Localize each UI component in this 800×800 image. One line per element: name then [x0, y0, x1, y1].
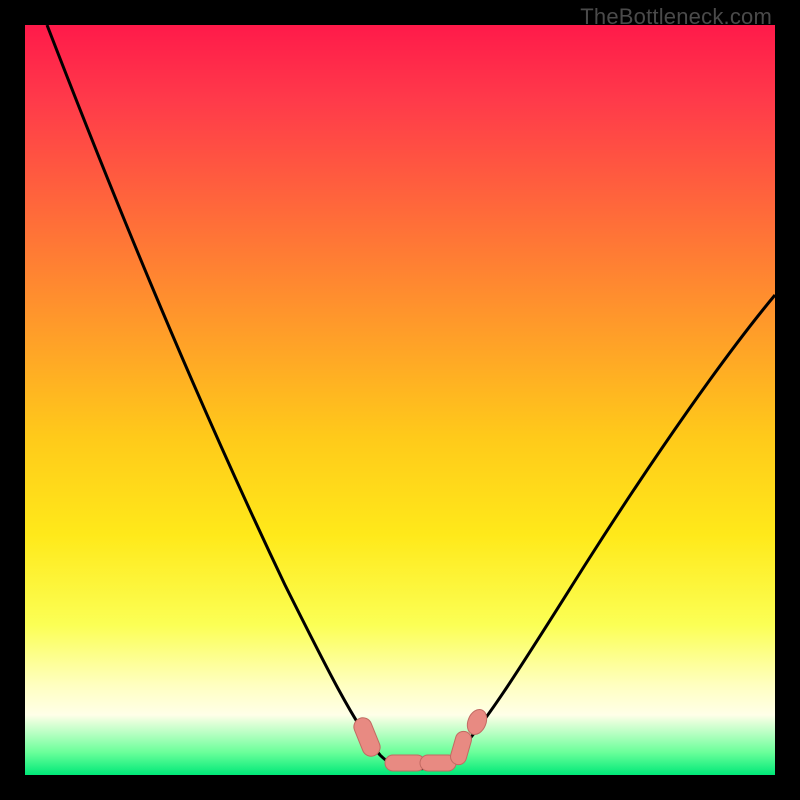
watermark-text: TheBottleneck.com	[580, 4, 772, 30]
marker-trough-left	[351, 715, 383, 759]
marker-trough-right	[449, 729, 474, 766]
bottleneck-curve-svg	[25, 25, 775, 775]
chart-plot-area	[25, 25, 775, 775]
marker-trough-bottom1	[385, 755, 425, 771]
trough-markers	[351, 707, 490, 771]
curve-left-branch	[47, 25, 415, 769]
curve-right-branch	[415, 295, 775, 769]
